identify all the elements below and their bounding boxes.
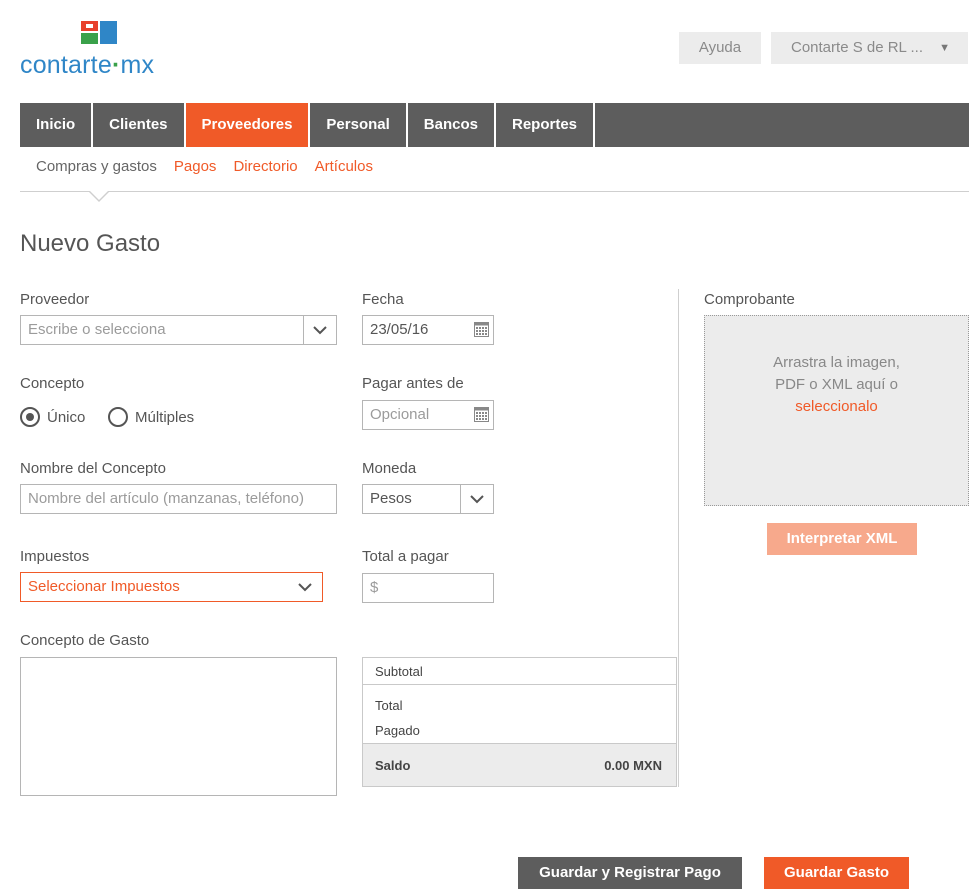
nombre-concepto-input[interactable]: Nombre del artículo (manzanas, teléfono): [20, 484, 337, 514]
select-file-link[interactable]: seleccionalo: [705, 396, 968, 418]
total-pagar-placeholder: $: [370, 579, 379, 596]
page-title: Nuevo Gasto: [20, 230, 161, 257]
fecha-value: 23/05/16: [370, 321, 429, 338]
dropdown-separator: [303, 316, 304, 344]
column-divider: [678, 289, 679, 787]
total-pagar-input[interactable]: $: [362, 573, 494, 603]
dropdown-separator: [460, 485, 461, 513]
chevron-down-icon[interactable]: [297, 581, 313, 593]
caret-down-icon: ▼: [939, 42, 950, 54]
pagado-label: Pagado: [375, 723, 420, 738]
pagar-antes-placeholder: Opcional: [370, 406, 430, 423]
proveedor-placeholder: Escribe o selecciona: [28, 321, 166, 338]
company-selector[interactable]: Contarte S de RL ... ▼: [771, 32, 968, 64]
chevron-down-icon[interactable]: [312, 324, 328, 336]
subnav-directorio[interactable]: Directorio: [233, 158, 297, 175]
radio-multiples-label: Múltiples: [135, 409, 195, 426]
nav-item-bancos[interactable]: Bancos: [408, 103, 496, 147]
concepto-gasto-textarea[interactable]: [20, 657, 337, 796]
nombre-concepto-placeholder: Nombre del artículo (manzanas, teléfono): [28, 490, 304, 507]
subnav-divider: [20, 191, 969, 192]
nav-item-personal[interactable]: Personal: [310, 103, 408, 147]
dropzone-line2: PDF o XML aquí o: [775, 376, 898, 393]
moneda-value: Pesos: [370, 490, 412, 507]
calendar-icon[interactable]: [474, 407, 489, 422]
nombre-concepto-label: Nombre del Concepto: [20, 460, 166, 477]
subnav-pagos[interactable]: Pagos: [174, 158, 217, 175]
comprobante-dropzone[interactable]: Arrastra la imagen, PDF o XML aquí o sel…: [704, 315, 969, 506]
moneda-label: Moneda: [362, 460, 417, 477]
concepto-gasto-label: Concepto de Gasto: [20, 632, 150, 649]
interpret-xml-button[interactable]: Interpretar XML: [767, 523, 917, 555]
subtotal-label: Subtotal: [375, 664, 423, 679]
proveedor-input[interactable]: Escribe o selecciona: [20, 315, 337, 345]
nav-item-proveedores[interactable]: Proveedores: [185, 103, 311, 147]
totals-summary: Subtotal Total Pagado Saldo 0.00 MXN: [362, 657, 677, 787]
totals-divider: [363, 743, 676, 744]
total-label: Total: [375, 698, 403, 713]
dropzone-line1: Arrastra la imagen,: [773, 354, 900, 371]
totals-divider: [363, 684, 676, 685]
logo-mark-icon: [81, 21, 117, 44]
company-name: Contarte S de RL ...: [791, 39, 924, 56]
radio-unico-label: Único: [47, 409, 86, 426]
calendar-icon[interactable]: [474, 322, 489, 337]
impuestos-value: Seleccionar Impuestos: [28, 578, 180, 595]
concepto-label: Concepto: [20, 375, 85, 392]
moneda-select[interactable]: Pesos: [362, 484, 494, 514]
total-pagar-label: Total a pagar: [362, 548, 449, 565]
subnav-articulos[interactable]: Artículos: [315, 158, 373, 175]
nav-item-reportes[interactable]: Reportes: [496, 103, 596, 147]
help-button[interactable]: Ayuda: [679, 32, 761, 64]
fecha-label: Fecha: [362, 291, 404, 308]
fecha-input[interactable]: 23/05/16: [362, 315, 494, 345]
nav-item-inicio[interactable]: Inicio: [20, 103, 94, 147]
main-nav: Inicio Clientes Proveedores Personal Ban…: [20, 103, 969, 147]
chevron-down-icon[interactable]: [469, 493, 485, 505]
brand-logo[interactable]: contarte·mx: [20, 21, 190, 81]
saldo-value: 0.00 MXN: [604, 758, 662, 773]
impuestos-label: Impuestos: [20, 548, 90, 565]
radio-multiples[interactable]: [108, 407, 128, 427]
proveedor-label: Proveedor: [20, 291, 90, 308]
radio-unico[interactable]: [20, 407, 40, 427]
subnav-indicator: [88, 190, 110, 202]
save-expense-button[interactable]: Guardar Gasto: [764, 857, 909, 889]
logo-text: contarte·mx: [20, 51, 155, 79]
pagar-antes-input[interactable]: Opcional: [362, 400, 494, 430]
nav-item-clientes[interactable]: Clientes: [93, 103, 186, 147]
subnav-compras-gastos[interactable]: Compras y gastos: [36, 158, 157, 175]
comprobante-label: Comprobante: [704, 291, 795, 308]
saldo-row: Saldo 0.00 MXN: [375, 758, 662, 773]
saldo-label: Saldo: [375, 758, 411, 773]
save-and-pay-button[interactable]: Guardar y Registrar Pago: [518, 857, 742, 889]
pagar-antes-label: Pagar antes de: [362, 375, 464, 392]
impuestos-select[interactable]: Seleccionar Impuestos: [20, 572, 323, 602]
sub-nav: Compras y gastos Pagos Directorio Artícu…: [36, 158, 373, 175]
